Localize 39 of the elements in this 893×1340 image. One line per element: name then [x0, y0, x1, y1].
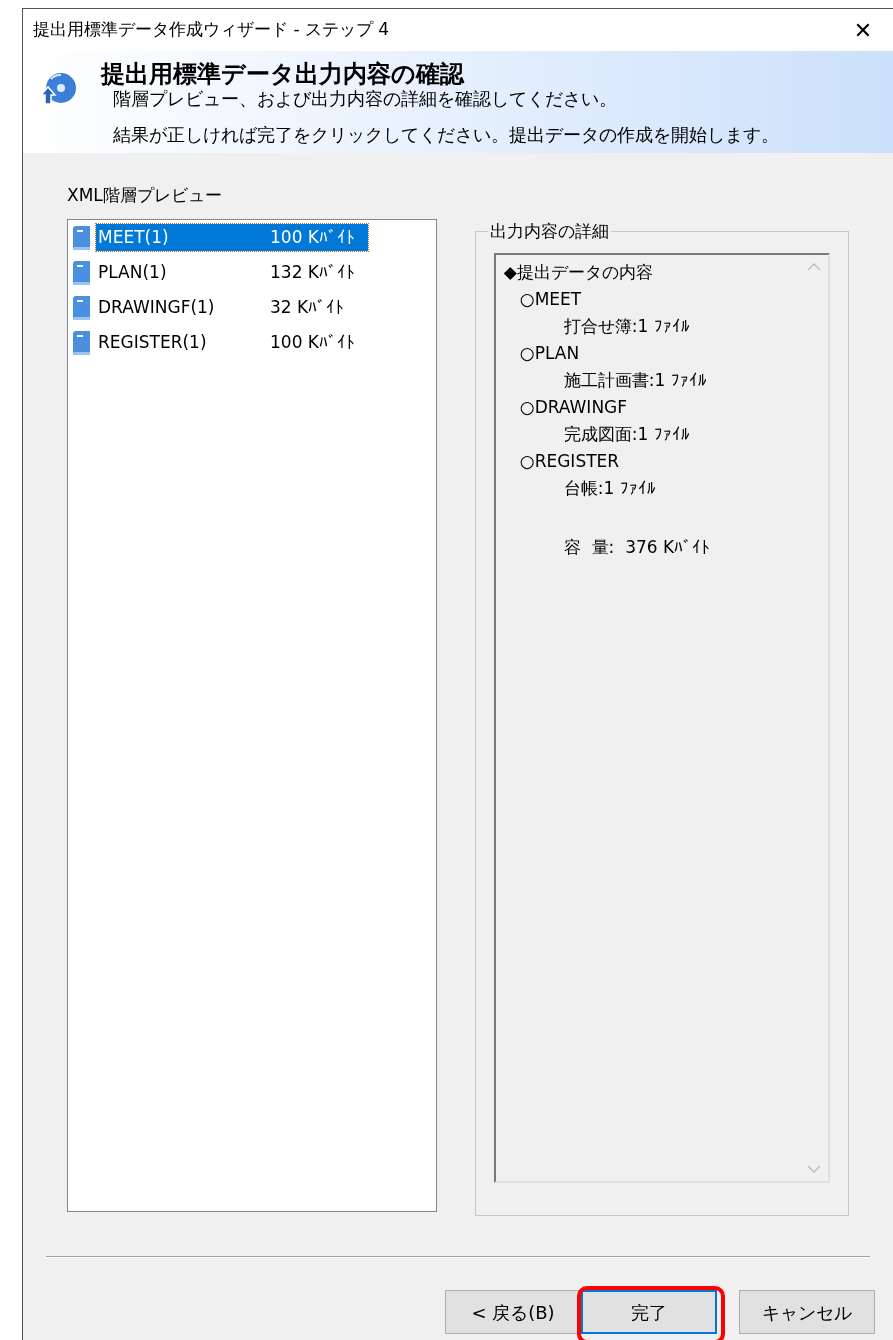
- tree-item-name: REGISTER(1): [98, 330, 208, 354]
- tree-item-size: 132 Kﾊﾞｲﾄ: [270, 260, 355, 284]
- details-line: 容 量: 376 Kﾊﾞｲﾄ: [562, 535, 712, 559]
- details-line: 完成図面:1 ﾌｧｲﾙ: [562, 422, 691, 446]
- tree-item[interactable]: MEET(1) 100 Kﾊﾞｲﾄ: [96, 224, 368, 251]
- window-title: 提出用標準データ作成ウィザード - ステップ 4: [33, 18, 390, 42]
- book-icon: [70, 329, 92, 356]
- tree-item-size: 100 Kﾊﾞｲﾄ: [270, 330, 355, 354]
- details-line: ○DRAWINGF: [518, 395, 629, 419]
- tree-item[interactable]: PLAN(1) 132 Kﾊﾞｲﾄ: [96, 259, 368, 286]
- header-instruction: 結果が正しければ完了をクリックしてください。提出データの作成を開始します。: [113, 123, 779, 147]
- disc-upload-icon: [39, 71, 79, 107]
- dialog-button[interactable]: < 戻る(B): [445, 1290, 581, 1334]
- dialog-button[interactable]: キャンセル: [739, 1290, 875, 1334]
- header-instruction: 階層プレビュー、および出力内容の詳細を確認してください。: [113, 87, 618, 111]
- tree-item-name: DRAWINGF(1): [98, 295, 216, 319]
- details-line: 施工計画書:1 ﾌｧｲﾙ: [562, 368, 708, 392]
- details-label: 出力内容の詳細: [488, 220, 610, 243]
- details-line: ○MEET: [518, 287, 583, 311]
- tree-item[interactable]: DRAWINGF(1) 32 Kﾊﾞｲﾄ: [96, 294, 368, 321]
- details-line: 台帳:1 ﾌｧｲﾙ: [562, 476, 657, 500]
- details-line: ◆提出データの内容: [502, 260, 654, 284]
- details-line: ○PLAN: [518, 341, 581, 365]
- details-line: 打合せ簿:1 ﾌｧｲﾙ: [562, 314, 691, 338]
- details-line: ○REGISTER: [518, 449, 621, 473]
- tree-item-name: MEET(1): [98, 225, 170, 249]
- tree-item[interactable]: REGISTER(1) 100 Kﾊﾞｲﾄ: [96, 329, 368, 356]
- book-icon: [70, 294, 92, 321]
- scroll-down-icon[interactable]: [807, 1164, 821, 1173]
- close-button[interactable]: ✕: [845, 12, 881, 48]
- book-icon: [70, 224, 92, 251]
- tree-item-name: PLAN(1): [98, 260, 168, 284]
- tree-item-size: 100 Kﾊﾞｲﾄ: [270, 225, 355, 249]
- dialog-button[interactable]: 完了: [581, 1290, 717, 1334]
- header-title: 提出用標準データ出力内容の確認: [101, 61, 466, 87]
- tree-label: XML階層プレビュー: [67, 184, 223, 207]
- tree-item-size: 32 Kﾊﾞｲﾄ: [270, 295, 345, 319]
- book-icon: [70, 259, 92, 286]
- scroll-up-icon[interactable]: [807, 262, 821, 271]
